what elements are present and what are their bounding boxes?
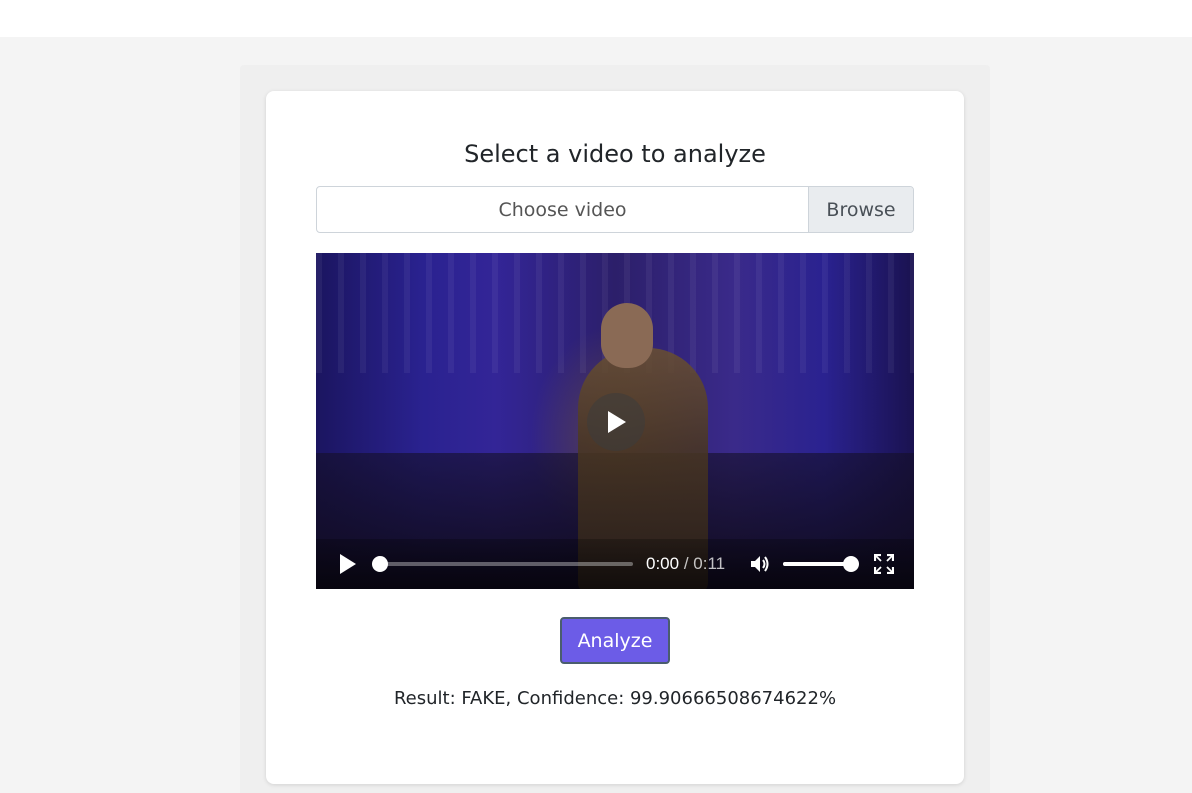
top-bar (0, 0, 1192, 37)
fullscreen-icon[interactable] (874, 554, 894, 574)
video-player[interactable]: 0:00 / 0:11 (316, 253, 914, 589)
browse-button[interactable]: Browse (808, 187, 913, 232)
seek-bar[interactable] (372, 556, 633, 572)
time-separator: / (683, 554, 689, 573)
volume-slider-fill (783, 562, 851, 566)
volume-slider[interactable] (783, 556, 859, 572)
current-time: 0:00 (646, 554, 680, 573)
result-text: Result: FAKE, Confidence: 99.90666508674… (393, 688, 837, 709)
volume-icon[interactable] (749, 553, 771, 575)
time-display: 0:00 / 0:11 (646, 554, 725, 574)
video-controls: 0:00 / 0:11 (316, 539, 914, 589)
play-icon[interactable] (338, 553, 358, 575)
duration: 0:11 (693, 554, 726, 573)
file-input-placeholder[interactable]: Choose video (317, 187, 808, 232)
analyze-button[interactable]: Analyze (560, 617, 670, 664)
video-file-input[interactable]: Choose video Browse (316, 186, 914, 233)
video-frame-performer-head (601, 303, 653, 368)
page-title: Select a video to analyze (464, 140, 766, 168)
play-icon (608, 411, 626, 433)
seek-bar-thumb[interactable] (372, 556, 388, 572)
volume-slider-thumb[interactable] (843, 556, 859, 572)
big-play-button[interactable] (587, 393, 645, 451)
